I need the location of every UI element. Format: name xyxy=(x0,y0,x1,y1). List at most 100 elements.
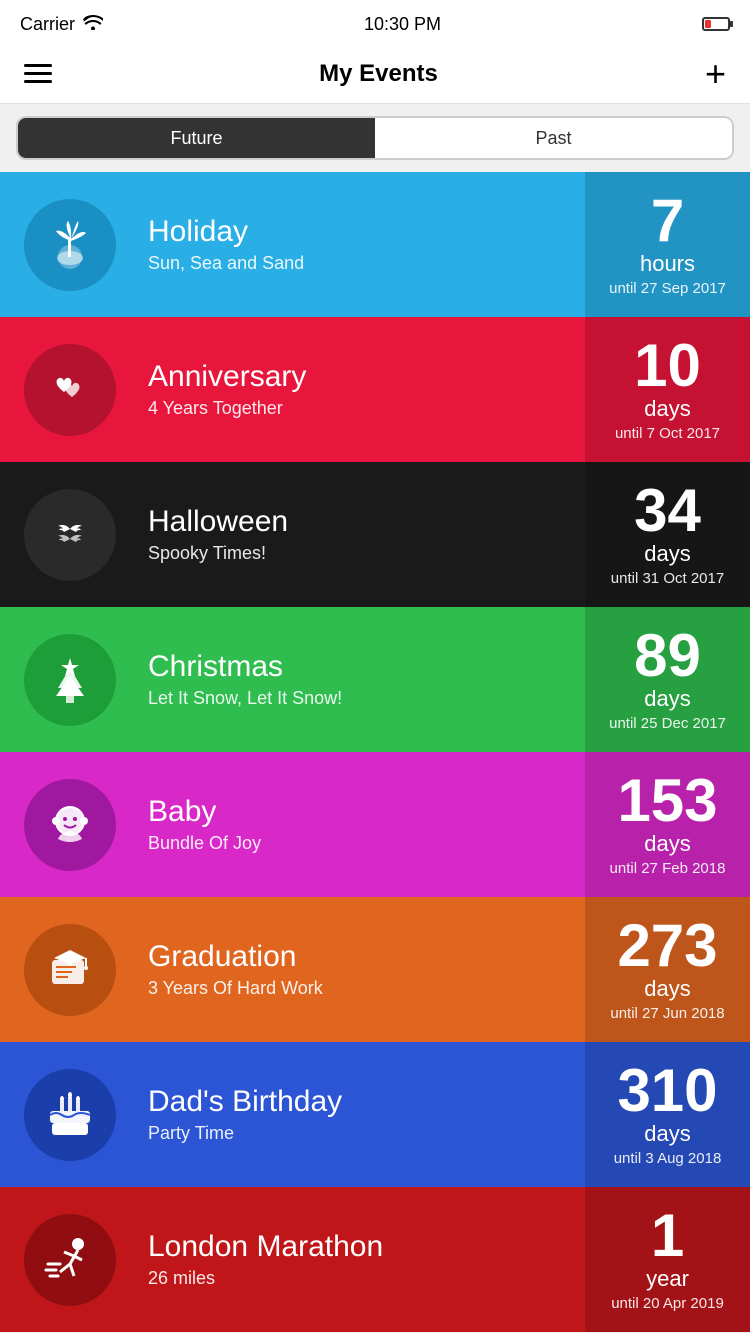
countdown-number-holiday: 7 xyxy=(651,191,684,251)
event-icon-wrap-baby xyxy=(0,763,140,887)
countdown-unit-graduation: days xyxy=(644,976,690,1002)
add-event-button[interactable]: + xyxy=(705,56,726,92)
event-icon-wrap-marathon xyxy=(0,1198,140,1322)
event-icon-wrap-halloween xyxy=(0,473,140,597)
event-sub-holiday: Sun, Sea and Sand xyxy=(148,253,577,274)
countdown-until-birthday: until 3 Aug 2018 xyxy=(614,1149,722,1169)
event-card-christmas[interactable]: Christmas Let It Snow, Let It Snow! 89 d… xyxy=(0,607,750,752)
event-name-marathon: London Marathon xyxy=(148,1230,577,1264)
segment-future[interactable]: Future xyxy=(18,118,375,158)
birthday-icon xyxy=(42,1087,98,1143)
event-countdown-marathon: 1 year until 20 Apr 2019 xyxy=(585,1187,750,1332)
status-time: 10:30 PM xyxy=(364,14,441,35)
event-countdown-christmas: 89 days until 25 Dec 2017 xyxy=(585,607,750,752)
event-icon-circle-baby xyxy=(24,779,116,871)
holiday-icon xyxy=(42,217,98,273)
marathon-icon xyxy=(42,1232,98,1288)
countdown-number-halloween: 34 xyxy=(634,481,701,541)
event-name-christmas: Christmas xyxy=(148,650,577,684)
countdown-until-baby: until 27 Feb 2018 xyxy=(610,859,726,879)
status-right xyxy=(702,17,730,31)
event-info-holiday: Holiday Sun, Sea and Sand xyxy=(140,199,585,290)
countdown-until-christmas: until 25 Dec 2017 xyxy=(609,714,726,734)
event-sub-graduation: 3 Years Of Hard Work xyxy=(148,978,577,999)
event-icon-circle-graduation xyxy=(24,924,116,1016)
event-card-birthday[interactable]: Dad's Birthday Party Time 310 days until… xyxy=(0,1042,750,1187)
carrier-label: Carrier xyxy=(20,14,75,35)
halloween-icon xyxy=(42,507,98,563)
event-icon-circle-marathon xyxy=(24,1214,116,1306)
event-info-graduation: Graduation 3 Years Of Hard Work xyxy=(140,924,585,1015)
event-name-halloween: Halloween xyxy=(148,505,577,539)
event-sub-baby: Bundle Of Joy xyxy=(148,833,577,854)
event-info-christmas: Christmas Let It Snow, Let It Snow! xyxy=(140,634,585,725)
countdown-until-anniversary: until 7 Oct 2017 xyxy=(615,424,720,444)
countdown-unit-christmas: days xyxy=(644,686,690,712)
countdown-number-baby: 153 xyxy=(617,771,717,831)
event-icon-wrap-birthday xyxy=(0,1053,140,1177)
countdown-number-graduation: 273 xyxy=(617,916,717,976)
event-name-anniversary: Anniversary xyxy=(148,360,577,394)
segment-past[interactable]: Past xyxy=(375,118,732,158)
battery-fill xyxy=(705,20,711,28)
countdown-until-halloween: until 31 Oct 2017 xyxy=(611,569,724,589)
event-countdown-anniversary: 10 days until 7 Oct 2017 xyxy=(585,317,750,462)
event-card-anniversary[interactable]: Anniversary 4 Years Together 10 days unt… xyxy=(0,317,750,462)
countdown-unit-halloween: days xyxy=(644,541,690,567)
event-icon-circle-birthday xyxy=(24,1069,116,1161)
event-card-holiday[interactable]: Holiday Sun, Sea and Sand 7 hours until … xyxy=(0,172,750,317)
countdown-unit-baby: days xyxy=(644,831,690,857)
event-icon-circle-halloween xyxy=(24,489,116,581)
event-sub-christmas: Let It Snow, Let It Snow! xyxy=(148,688,577,709)
status-left: Carrier xyxy=(20,14,103,35)
event-icon-circle-christmas xyxy=(24,634,116,726)
countdown-until-marathon: until 20 Apr 2019 xyxy=(611,1294,724,1314)
event-icon-circle-anniversary xyxy=(24,344,116,436)
event-card-halloween[interactable]: Halloween Spooky Times! 34 days until 31… xyxy=(0,462,750,607)
event-info-anniversary: Anniversary 4 Years Together xyxy=(140,344,585,435)
wifi-icon xyxy=(83,14,103,35)
countdown-unit-marathon: year xyxy=(646,1266,689,1292)
event-card-graduation[interactable]: Graduation 3 Years Of Hard Work 273 days… xyxy=(0,897,750,1042)
segment-control: Future Past xyxy=(16,116,734,160)
event-sub-anniversary: 4 Years Together xyxy=(148,398,577,419)
event-name-holiday: Holiday xyxy=(148,215,577,249)
event-icon-wrap-holiday xyxy=(0,183,140,307)
baby-icon xyxy=(42,797,98,853)
event-countdown-birthday: 310 days until 3 Aug 2018 xyxy=(585,1042,750,1187)
countdown-unit-birthday: days xyxy=(644,1121,690,1147)
event-info-marathon: London Marathon 26 miles xyxy=(140,1214,585,1305)
events-list: Holiday Sun, Sea and Sand 7 hours until … xyxy=(0,172,750,1332)
menu-button[interactable] xyxy=(24,64,52,83)
countdown-until-graduation: until 27 Jun 2018 xyxy=(610,1004,724,1024)
event-card-marathon[interactable]: London Marathon 26 miles 1 year until 20… xyxy=(0,1187,750,1332)
event-countdown-graduation: 273 days until 27 Jun 2018 xyxy=(585,897,750,1042)
countdown-unit-anniversary: days xyxy=(644,396,690,422)
event-name-baby: Baby xyxy=(148,795,577,829)
event-info-halloween: Halloween Spooky Times! xyxy=(140,489,585,580)
event-sub-marathon: 26 miles xyxy=(148,1268,577,1289)
countdown-number-christmas: 89 xyxy=(634,626,701,686)
countdown-number-birthday: 310 xyxy=(617,1061,717,1121)
event-name-graduation: Graduation xyxy=(148,940,577,974)
nav-bar: My Events + xyxy=(0,44,750,104)
countdown-until-holiday: until 27 Sep 2017 xyxy=(609,279,726,299)
countdown-unit-holiday: hours xyxy=(640,251,695,277)
anniversary-icon xyxy=(42,362,98,418)
event-sub-halloween: Spooky Times! xyxy=(148,543,577,564)
page-title: My Events xyxy=(319,60,438,88)
event-countdown-halloween: 34 days until 31 Oct 2017 xyxy=(585,462,750,607)
event-countdown-baby: 153 days until 27 Feb 2018 xyxy=(585,752,750,897)
christmas-icon xyxy=(42,652,98,708)
battery-icon xyxy=(702,17,730,31)
event-icon-wrap-anniversary xyxy=(0,328,140,452)
event-name-birthday: Dad's Birthday xyxy=(148,1085,577,1119)
event-icon-circle-holiday xyxy=(24,199,116,291)
event-card-baby[interactable]: Baby Bundle Of Joy 153 days until 27 Feb… xyxy=(0,752,750,897)
event-info-birthday: Dad's Birthday Party Time xyxy=(140,1069,585,1160)
event-sub-birthday: Party Time xyxy=(148,1123,577,1144)
event-icon-wrap-christmas xyxy=(0,618,140,742)
countdown-number-anniversary: 10 xyxy=(634,336,701,396)
event-countdown-holiday: 7 hours until 27 Sep 2017 xyxy=(585,172,750,317)
event-info-baby: Baby Bundle Of Joy xyxy=(140,779,585,870)
